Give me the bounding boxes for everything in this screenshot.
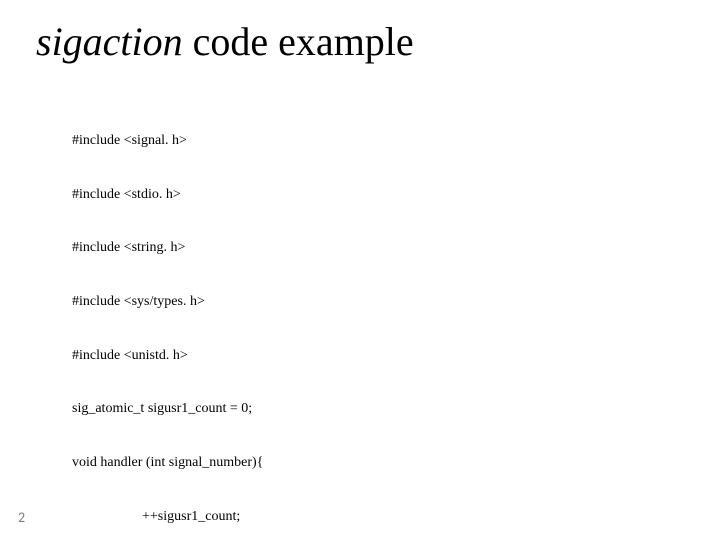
page-number: 2 bbox=[18, 509, 25, 526]
title-rest: code example bbox=[183, 19, 414, 64]
code-block: #include <signal. h> #include <stdio. h>… bbox=[72, 96, 680, 540]
code-line: #include <unistd. h> bbox=[72, 347, 680, 365]
code-line: #include <stdio. h> bbox=[72, 186, 680, 204]
code-line: #include <string. h> bbox=[72, 239, 680, 257]
code-line: #include <sys/types. h> bbox=[72, 293, 680, 311]
code-line: #include <signal. h> bbox=[72, 132, 680, 150]
code-line: sig_atomic_t sigusr1_count = 0; bbox=[72, 400, 680, 418]
slide-title: sigaction code example bbox=[36, 20, 414, 64]
code-line: void handler (int signal_number){ bbox=[72, 454, 680, 472]
title-italic: sigaction bbox=[36, 19, 183, 64]
slide: sigaction code example #include <signal.… bbox=[0, 0, 720, 540]
code-line: ++sigusr1_count; bbox=[72, 508, 680, 526]
